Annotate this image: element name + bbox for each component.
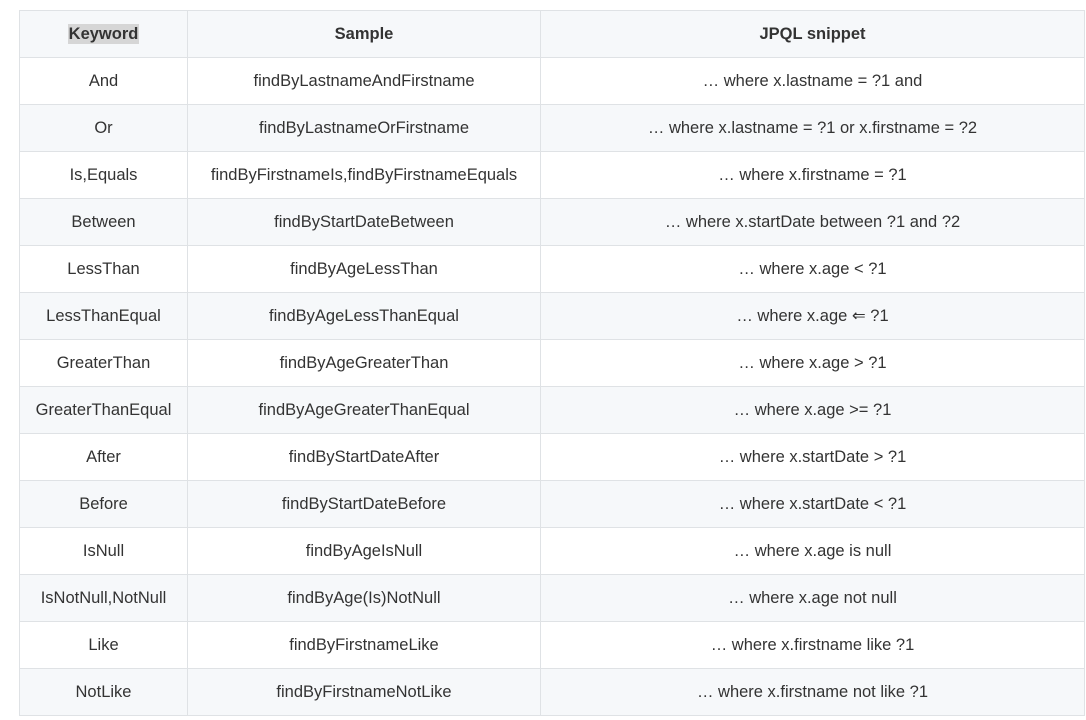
cell-keyword: Or xyxy=(20,105,188,152)
keyword-table-container: Keyword Sample JPQL snippet And findByLa… xyxy=(19,10,1084,716)
cell-sample: findByFirstnameLike xyxy=(188,622,541,669)
cell-jpql: … where x.startDate between ?1 and ?2 xyxy=(541,199,1085,246)
keyword-table: Keyword Sample JPQL snippet And findByLa… xyxy=(19,10,1085,716)
table-row: Between findByStartDateBetween … where x… xyxy=(20,199,1085,246)
cell-jpql: … where x.age < ?1 xyxy=(541,246,1085,293)
table-row: Like findByFirstnameLike … where x.first… xyxy=(20,622,1085,669)
cell-sample: findByStartDateAfter xyxy=(188,434,541,481)
cell-keyword: And xyxy=(20,58,188,105)
table-row: Before findByStartDateBefore … where x.s… xyxy=(20,481,1085,528)
table-row: And findByLastnameAndFirstname … where x… xyxy=(20,58,1085,105)
cell-keyword: GreaterThanEqual xyxy=(20,387,188,434)
table-row: Is,Equals findByFirstnameIs,findByFirstn… xyxy=(20,152,1085,199)
header-sample: Sample xyxy=(188,11,541,58)
header-keyword-highlight: Keyword xyxy=(68,24,140,44)
table-header: Keyword Sample JPQL snippet xyxy=(20,11,1085,58)
cell-sample: findByAgeGreaterThanEqual xyxy=(188,387,541,434)
cell-keyword: Like xyxy=(20,622,188,669)
cell-keyword: IsNull xyxy=(20,528,188,575)
cell-keyword: NotLike xyxy=(20,669,188,716)
cell-keyword: After xyxy=(20,434,188,481)
cell-jpql: … where x.firstname not like ?1 xyxy=(541,669,1085,716)
cell-sample: findByStartDateBetween xyxy=(188,199,541,246)
table-row: GreaterThan findByAgeGreaterThan … where… xyxy=(20,340,1085,387)
cell-sample: findByAgeIsNull xyxy=(188,528,541,575)
cell-keyword: Before xyxy=(20,481,188,528)
cell-jpql: … where x.firstname like ?1 xyxy=(541,622,1085,669)
cell-keyword: Between xyxy=(20,199,188,246)
cell-jpql: … where x.age >= ?1 xyxy=(541,387,1085,434)
cell-sample: findByAgeGreaterThan xyxy=(188,340,541,387)
cell-sample: findByFirstnameIs,findByFirstnameEquals xyxy=(188,152,541,199)
cell-keyword: IsNotNull,NotNull xyxy=(20,575,188,622)
cell-jpql: … where x.lastname = ?1 or x.firstname =… xyxy=(541,105,1085,152)
header-jpql-snippet: JPQL snippet xyxy=(541,11,1085,58)
cell-sample: findByLastnameAndFirstname xyxy=(188,58,541,105)
table-row: LessThanEqual findByAgeLessThanEqual … w… xyxy=(20,293,1085,340)
cell-sample: findByAgeLessThan xyxy=(188,246,541,293)
cell-keyword: GreaterThan xyxy=(20,340,188,387)
header-row: Keyword Sample JPQL snippet xyxy=(20,11,1085,58)
header-keyword: Keyword xyxy=(20,11,188,58)
table-row: After findByStartDateAfter … where x.sta… xyxy=(20,434,1085,481)
cell-sample: findByStartDateBefore xyxy=(188,481,541,528)
table-row: IsNotNull,NotNull findByAge(Is)NotNull …… xyxy=(20,575,1085,622)
cell-sample: findByAgeLessThanEqual xyxy=(188,293,541,340)
table-row: IsNull findByAgeIsNull … where x.age is … xyxy=(20,528,1085,575)
cell-jpql: … where x.firstname = ?1 xyxy=(541,152,1085,199)
table-row: Or findByLastnameOrFirstname … where x.l… xyxy=(20,105,1085,152)
cell-sample: findByLastnameOrFirstname xyxy=(188,105,541,152)
cell-keyword: Is,Equals xyxy=(20,152,188,199)
table-row: NotLike findByFirstnameNotLike … where x… xyxy=(20,669,1085,716)
cell-jpql: … where x.lastname = ?1 and xyxy=(541,58,1085,105)
cell-keyword: LessThanEqual xyxy=(20,293,188,340)
table-row: LessThan findByAgeLessThan … where x.age… xyxy=(20,246,1085,293)
cell-jpql: … where x.startDate < ?1 xyxy=(541,481,1085,528)
cell-sample: findByAge(Is)NotNull xyxy=(188,575,541,622)
cell-sample: findByFirstnameNotLike xyxy=(188,669,541,716)
cell-keyword: LessThan xyxy=(20,246,188,293)
table-row: GreaterThanEqual findByAgeGreaterThanEqu… xyxy=(20,387,1085,434)
cell-jpql: … where x.startDate > ?1 xyxy=(541,434,1085,481)
cell-jpql: … where x.age not null xyxy=(541,575,1085,622)
cell-jpql: … where x.age is null xyxy=(541,528,1085,575)
table-body: And findByLastnameAndFirstname … where x… xyxy=(20,58,1085,716)
cell-jpql: … where x.age > ?1 xyxy=(541,340,1085,387)
cell-jpql: … where x.age ⇐ ?1 xyxy=(541,293,1085,340)
